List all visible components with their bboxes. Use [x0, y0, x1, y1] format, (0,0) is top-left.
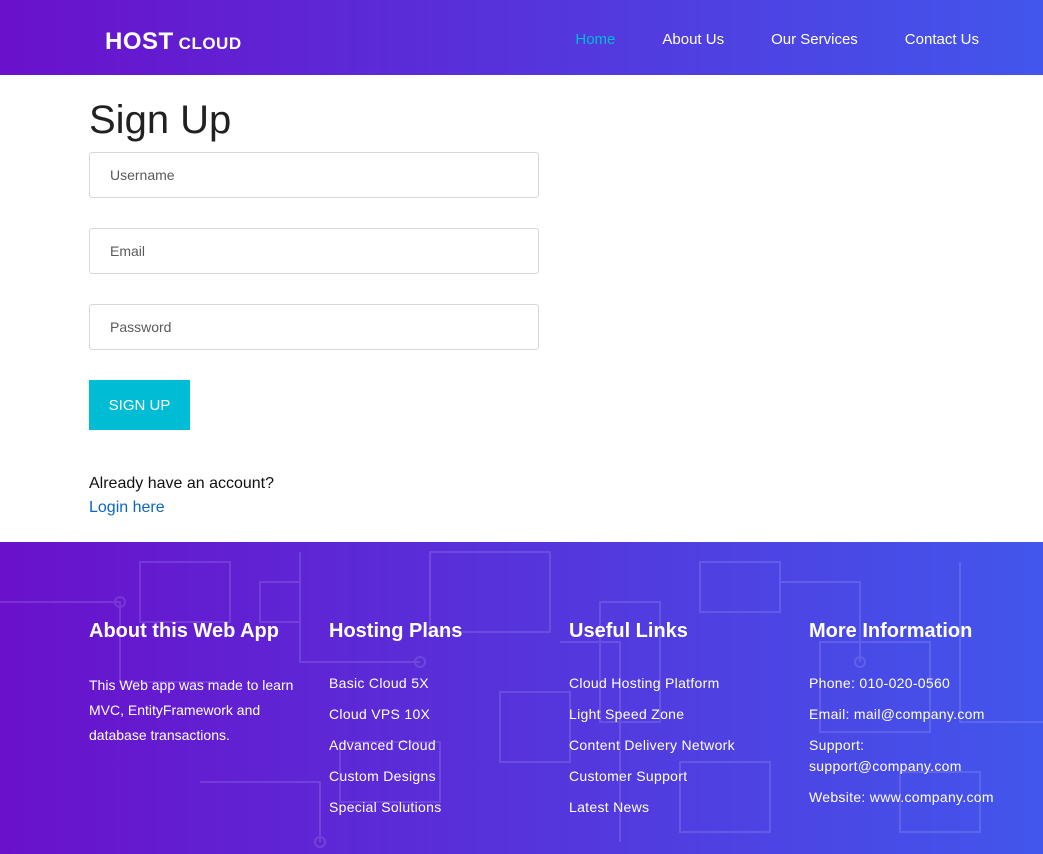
footer-support: Support: support@company.com — [809, 737, 962, 774]
login-link[interactable]: Login here — [89, 496, 539, 520]
footer-email: Email: mail@company.com — [809, 706, 985, 722]
footer-useful-link[interactable]: Light Speed Zone — [569, 706, 684, 722]
footer-info-title: More Information — [809, 620, 973, 642]
footer-plan-link[interactable]: Basic Cloud 5X — [329, 675, 429, 691]
footer-plan-link[interactable]: Special Solutions — [329, 799, 442, 815]
footer-phone: Phone: 010-020-0560 — [809, 675, 951, 691]
footer-useful-link[interactable]: Cloud Hosting Platform — [569, 675, 720, 691]
brand-main: HOST — [105, 28, 174, 55]
footer-plan-link[interactable]: Advanced Cloud — [329, 737, 436, 753]
footer-useful-link[interactable]: Customer Support — [569, 768, 687, 784]
footer-plans: Hosting Plans Basic Cloud 5X Cloud VPS 1… — [329, 620, 462, 828]
footer-links: Useful Links Cloud Hosting Platform Ligh… — [569, 620, 735, 828]
footer-useful-link[interactable]: Latest News — [569, 799, 649, 815]
footer-useful-link[interactable]: Content Delivery Network — [569, 737, 735, 753]
page-title: Sign Up — [89, 98, 232, 142]
footer-about-text: This Web app was made to learn MVC, Enti… — [89, 677, 294, 743]
site-header: HOST CLOUD Home About Us Our Services Con… — [0, 0, 1043, 75]
nav-contact[interactable]: Contact Us — [905, 31, 979, 48]
email-field[interactable] — [89, 228, 539, 274]
account-prompt: Already have an account? Login here — [89, 472, 539, 520]
footer-plan-link[interactable]: Cloud VPS 10X — [329, 706, 430, 722]
footer-info: More Information Phone: 010-020-0560 Ema… — [809, 620, 1009, 818]
footer-about: About this Web App This Web app was made… — [89, 620, 304, 748]
footer-plan-link[interactable]: Custom Designs — [329, 768, 436, 784]
nav-services[interactable]: Our Services — [771, 31, 858, 48]
nav-about[interactable]: About Us — [662, 31, 724, 48]
footer-about-title: About this Web App — [89, 620, 279, 642]
footer-links-title: Useful Links — [569, 620, 688, 642]
username-field[interactable] — [89, 152, 539, 198]
account-text: Already have an account? — [89, 475, 275, 492]
footer-plans-title: Hosting Plans — [329, 620, 463, 642]
password-field[interactable] — [89, 304, 539, 350]
signup-button[interactable]: SIGN UP — [89, 380, 190, 430]
site-footer: About this Web App This Web app was made… — [0, 542, 1043, 854]
brand-logo[interactable]: HOST CLOUD — [105, 28, 242, 56]
footer-website: Website: www.company.com — [809, 789, 994, 805]
signup-form: Sign Up SIGN UP Already have an account?… — [89, 96, 539, 520]
nav-home[interactable]: Home — [575, 31, 615, 48]
main-nav: Home About Us Our Services Contact Us — [528, 31, 979, 48]
brand-sub: CLOUD — [178, 34, 242, 53]
